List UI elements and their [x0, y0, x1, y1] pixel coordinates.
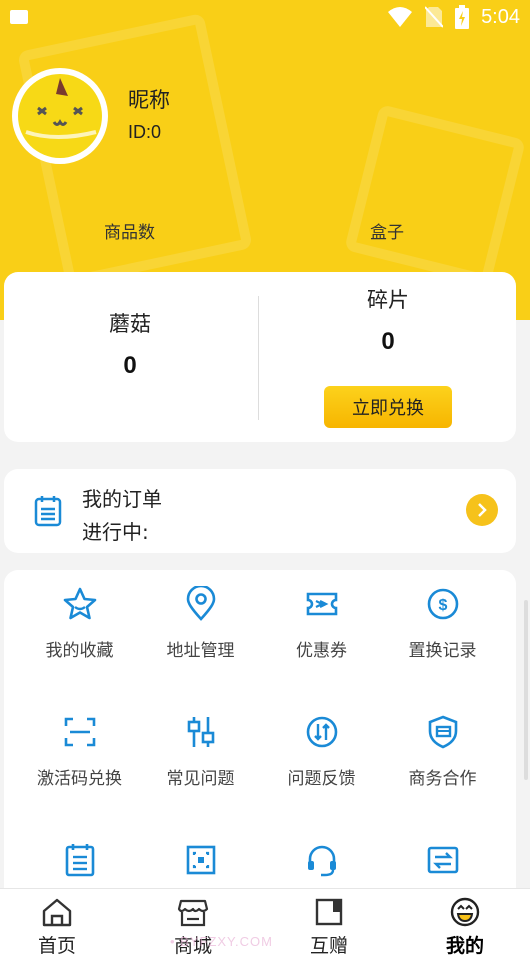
store-icon	[177, 899, 209, 927]
my-orders-title: 我的订单	[82, 487, 162, 511]
services-grid: 我的收藏 地址管理 优惠券 $ 置换记录 激活码兑换 常见问题 问题反馈 商务合…	[4, 570, 516, 900]
home-icon	[42, 898, 72, 927]
grid-label: 置换记录	[408, 641, 477, 661]
dollar-circle-icon: $	[427, 588, 458, 620]
nav-label: 互赠	[309, 935, 348, 957]
gift-box-icon	[315, 898, 343, 926]
grid-label: 地址管理	[166, 641, 235, 661]
scrollbar[interactable]	[524, 600, 528, 780]
qr-frame-icon	[186, 845, 215, 875]
grid-item-business[interactable]: 商务合作	[382, 714, 503, 789]
mushroom-label: 蘑菇	[109, 312, 151, 336]
grid-item-address[interactable]: 地址管理	[140, 586, 261, 661]
clock-time: 5:04	[481, 5, 520, 28]
grid-item-activation-code[interactable]: 激活码兑换	[19, 714, 140, 789]
grid-item-feedback[interactable]: 问题反馈	[261, 714, 382, 789]
watermark: • BYFZXY.COM	[170, 934, 273, 949]
order-list-icon	[34, 496, 62, 527]
transfer-icon	[427, 846, 458, 874]
location-pin-icon	[186, 586, 215, 621]
wifi-icon	[388, 7, 413, 27]
headset-icon	[307, 845, 336, 877]
goods-count-label[interactable]: 商品数	[104, 218, 155, 243]
exchange-card: 蘑菇 0 碎片 0 立即兑换	[4, 272, 516, 442]
nickname: 昵称	[128, 88, 170, 112]
shield-icon	[428, 715, 457, 749]
chevron-right-icon[interactable]	[466, 494, 498, 526]
grid-label: 优惠券	[296, 641, 347, 661]
unicorn-emoji-avatar-icon	[25, 78, 97, 139]
grid-label: 问题反馈	[287, 769, 356, 789]
nav-label: 首页	[37, 935, 76, 957]
smile-icon	[450, 897, 480, 927]
redeem-button[interactable]: 立即兑换	[324, 386, 452, 428]
grid-item-records[interactable]	[19, 842, 140, 892]
star-icon	[63, 587, 96, 620]
grid-item-favorites[interactable]: 我的收藏	[19, 586, 140, 661]
status-bar: 5:04	[0, 0, 530, 34]
card-divider	[258, 296, 259, 420]
grid-item-transfer[interactable]	[382, 842, 503, 892]
nav-label: 我的	[445, 935, 484, 957]
no-sim-icon	[425, 6, 444, 28]
grid-item-faq[interactable]: 常见问题	[140, 714, 261, 789]
nav-home[interactable]: 首页	[12, 897, 102, 958]
image-notification-icon	[10, 10, 28, 24]
grid-label: 我的收藏	[45, 641, 114, 661]
nav-mine[interactable]: 我的	[420, 897, 510, 958]
user-id: ID:0	[128, 122, 162, 142]
grid-label: 商务合作	[408, 769, 477, 789]
orders-in-progress: 进行中:	[82, 520, 149, 544]
sliders-icon	[187, 717, 214, 747]
scan-icon	[64, 717, 95, 747]
grid-item-customer-service[interactable]	[261, 842, 382, 892]
grid-item-qr[interactable]	[140, 842, 261, 892]
exchange-circle-icon	[306, 716, 337, 748]
grid-label: 激活码兑换	[37, 769, 122, 789]
coupon-icon	[306, 592, 337, 616]
grid-item-exchange-records[interactable]: $ 置换记录	[382, 586, 503, 661]
svg-text:$: $	[438, 597, 447, 614]
avatar[interactable]	[12, 68, 108, 164]
fragment-value: 0	[381, 328, 395, 355]
battery-charging-icon	[455, 5, 470, 29]
bottom-navigation: 首页 商城 互赠 我的	[0, 888, 530, 966]
clipboard-icon	[65, 844, 94, 877]
box-count-label[interactable]: 盒子	[370, 218, 404, 243]
my-orders-card[interactable]: 我的订单 进行中:	[4, 469, 516, 553]
fragment-label: 碎片	[367, 288, 409, 312]
mushroom-value: 0	[123, 352, 137, 379]
nav-gift[interactable]: 互赠	[284, 897, 374, 958]
grid-label: 常见问题	[166, 769, 235, 789]
grid-item-coupons[interactable]: 优惠券	[261, 586, 382, 661]
